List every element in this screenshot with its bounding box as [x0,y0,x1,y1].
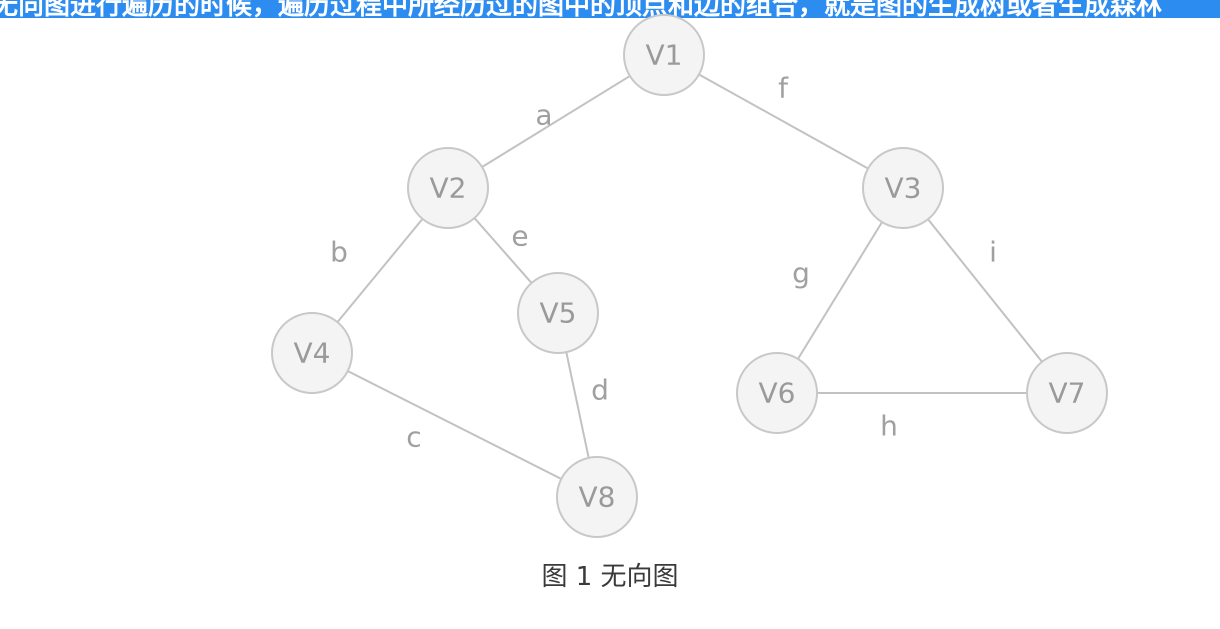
edge-label-b: b [330,236,348,269]
node-v4: V4 [271,312,353,394]
edge-label-i: i [989,236,997,269]
node-label: V1 [646,39,683,72]
undirected-graph-diagram: a b c d e f g h i V1 V2 V3 V4 V5 V6 V7 V8 [271,14,1108,538]
figure-caption: 图 1 无向图 [541,562,679,592]
node-label: V6 [759,377,796,410]
node-label: V5 [540,297,577,330]
edge-label-c: c [406,421,421,454]
edge-label-h: h [880,410,898,443]
node-label: V2 [430,172,467,205]
edge-label-a: a [535,99,552,132]
node-v3: V3 [862,147,944,229]
edge-v4-v8 [311,352,598,498]
edge-label-g: g [792,257,810,290]
node-label: V3 [885,172,922,205]
node-v5: V5 [517,272,599,354]
node-v7: V7 [1026,352,1108,434]
edge-label-d: d [591,374,609,407]
node-v1: V1 [623,14,705,96]
node-label: V4 [294,337,331,370]
edge-label-e: e [511,220,528,253]
node-label: V8 [579,481,616,514]
node-label: V7 [1049,377,1086,410]
edge-label-f: f [778,72,789,105]
node-v2: V2 [407,147,489,229]
node-v8: V8 [556,456,638,538]
node-v6: V6 [736,352,818,434]
